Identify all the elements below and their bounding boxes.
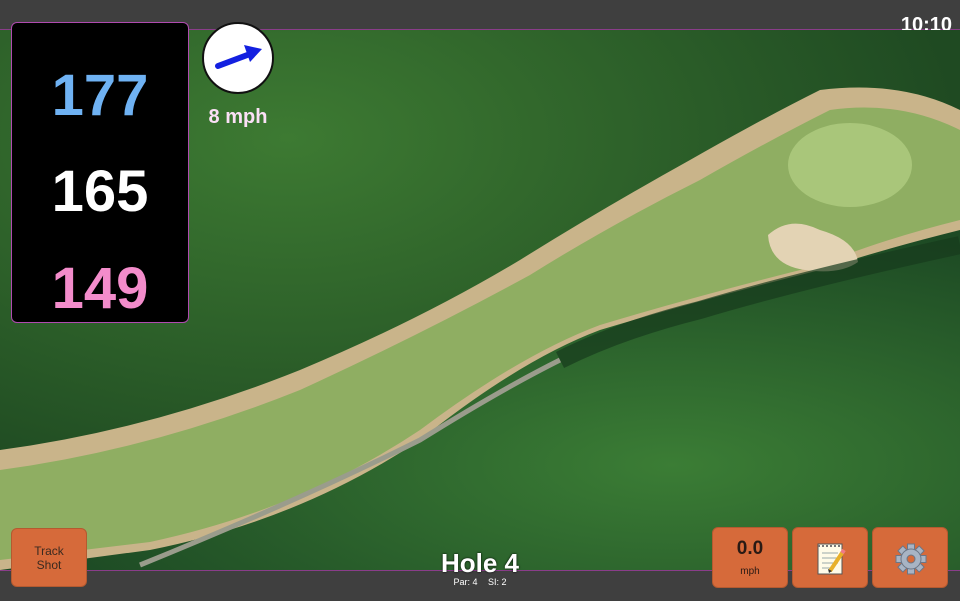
hole-par: Par: 4 (453, 577, 478, 587)
hole-stroke-index: SI: 2 (488, 577, 507, 587)
notepad-icon (793, 528, 867, 587)
front-distance: 149 (51, 256, 149, 321)
hole-info: Par: 4 SI: 2 (380, 577, 580, 587)
wind-speed: 8 mph (208, 106, 268, 128)
back-distance: 177 (51, 63, 149, 128)
distance-panel: 177 165 149 (11, 22, 189, 323)
speed-unit: mph (740, 566, 760, 577)
middle-distance: 165 (51, 159, 149, 224)
speed-button[interactable]: 0.0 mph (712, 527, 788, 588)
track-shot-label-line2: Shot (36, 557, 62, 572)
wind-arrow-icon (215, 45, 262, 69)
wind-indicator (202, 22, 274, 94)
speed-value: 0.0 (736, 538, 764, 559)
hole-title: Hole 4 (440, 548, 520, 578)
gear-icon (873, 528, 947, 587)
settings-button[interactable] (872, 527, 948, 588)
notes-button[interactable] (792, 527, 868, 588)
track-shot-button[interactable]: Track Shot (11, 528, 87, 587)
track-shot-label-line1: Track (34, 543, 64, 558)
